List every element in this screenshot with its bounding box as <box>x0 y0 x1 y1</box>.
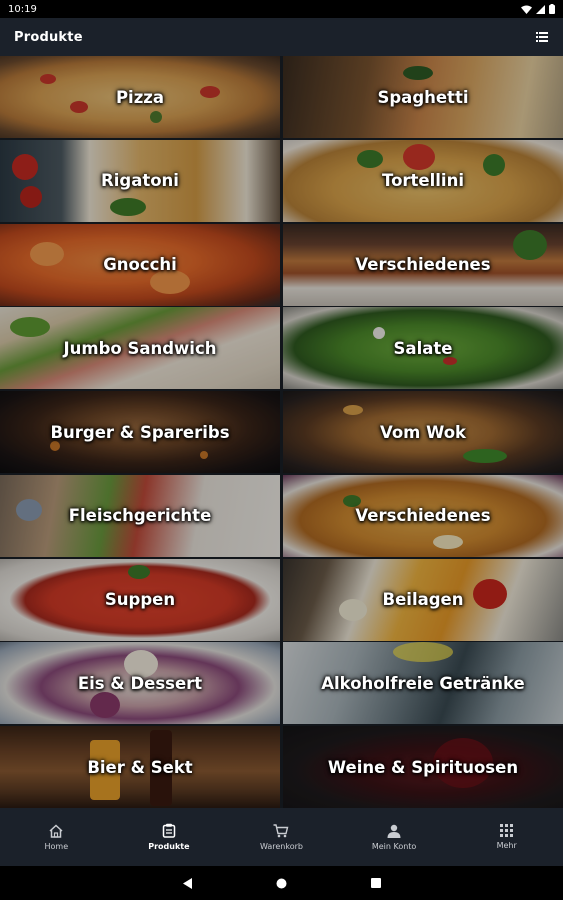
category-grid: Pizza Spaghetti Rigatoni Tortellini Gnoc… <box>0 56 563 808</box>
status-bar: 10:19 <box>0 0 563 18</box>
recents-square-icon <box>370 878 381 888</box>
category-label: Gnocchi <box>103 255 177 274</box>
recents-button[interactable] <box>366 873 386 893</box>
nav-label: Warenkorb <box>259 841 303 851</box>
category-tile-verschiedenes-2[interactable]: Verschiedenes <box>283 474 563 557</box>
category-label: Jumbo Sandwich <box>63 338 217 358</box>
category-label: Eis & Dessert <box>77 673 203 693</box>
signal-icon <box>536 4 545 14</box>
category-label: Spaghetti <box>377 87 469 107</box>
home-circle-icon <box>276 878 287 888</box>
category-tile-beilagen[interactable]: Beilagen <box>283 558 563 641</box>
category-label: Beilagen <box>382 590 464 609</box>
nav-item-mehr[interactable]: Mehr <box>457 824 557 850</box>
category-label: Burger & Spareribs <box>50 422 230 442</box>
nav-label: Produkte <box>148 842 190 851</box>
category-label: Salate <box>393 338 453 358</box>
cart-icon <box>273 823 289 837</box>
nav-label: Home <box>44 841 69 851</box>
category-tile-weine-spirituosen[interactable]: Weine & Spirituosen <box>283 726 563 808</box>
back-button[interactable] <box>178 873 198 893</box>
category-label: Rigatoni <box>101 171 179 191</box>
category-tile-pizza[interactable]: Pizza <box>0 56 280 138</box>
system-navigation-bar <box>0 866 563 900</box>
category-label: Fleischgerichte <box>68 506 212 526</box>
bottom-navigation: Home Produkte Warenkorb Mein Konto Mehr <box>0 808 563 866</box>
home-system-button[interactable] <box>272 873 292 893</box>
app-bar: Produkte <box>0 18 563 56</box>
category-tile-eis-dessert[interactable]: Eis & Dessert <box>0 642 280 725</box>
category-tile-bier-sekt[interactable]: Bier & Sekt <box>0 726 280 808</box>
wifi-icon <box>521 5 532 14</box>
category-tile-salate[interactable]: Salate <box>283 307 563 390</box>
account-icon <box>387 824 401 838</box>
status-time: 10:19 <box>8 3 37 15</box>
page-title: Produkte <box>14 29 83 45</box>
home-icon <box>49 823 63 838</box>
back-triangle-icon <box>182 877 192 889</box>
category-tile-spaghetti[interactable]: Spaghetti <box>283 56 563 138</box>
category-tile-fleischgerichte[interactable]: Fleischgerichte <box>0 474 280 557</box>
category-label: Verschiedenes <box>355 506 491 526</box>
battery-icon <box>549 4 555 14</box>
category-label: Alkoholfreie Getränke <box>321 673 525 693</box>
category-label: Pizza <box>115 87 165 107</box>
category-tile-tortellini[interactable]: Tortellini <box>283 139 563 222</box>
nav-label: Mein Konto <box>371 841 417 851</box>
category-tile-burger-spareribs[interactable]: Burger & Spareribs <box>0 391 280 473</box>
list-icon <box>536 32 548 42</box>
nav-item-warenkorb[interactable]: Warenkorb <box>231 823 331 851</box>
category-tile-suppen[interactable]: Suppen <box>0 558 280 641</box>
category-tile-alkoholfreie-getraenke[interactable]: Alkoholfreie Getränke <box>283 642 563 725</box>
category-label: Bier & Sekt <box>87 757 193 777</box>
category-label: Weine & Spirituosen <box>327 757 519 777</box>
category-tile-rigatoni[interactable]: Rigatoni <box>0 139 280 222</box>
list-view-button[interactable] <box>533 28 551 46</box>
nav-item-mein-konto[interactable]: Mein Konto <box>344 824 444 851</box>
status-icons <box>521 4 555 14</box>
more-grid-icon <box>500 824 514 837</box>
category-label: Vom Wok <box>379 422 467 442</box>
nav-label: Mehr <box>496 841 517 850</box>
category-label: Verschiedenes <box>355 255 491 274</box>
category-label: Suppen <box>104 590 176 609</box>
category-tile-verschiedenes-1[interactable]: Verschiedenes <box>283 223 563 306</box>
products-icon <box>162 823 176 838</box>
nav-item-produkte[interactable]: Produkte <box>119 823 219 851</box>
category-tile-gnocchi[interactable]: Gnocchi <box>0 223 280 306</box>
category-label: Tortellini <box>382 171 464 191</box>
nav-item-home[interactable]: Home <box>6 823 106 851</box>
category-tile-jumbo-sandwich[interactable]: Jumbo Sandwich <box>0 307 280 390</box>
category-tile-vom-wok[interactable]: Vom Wok <box>283 391 563 473</box>
